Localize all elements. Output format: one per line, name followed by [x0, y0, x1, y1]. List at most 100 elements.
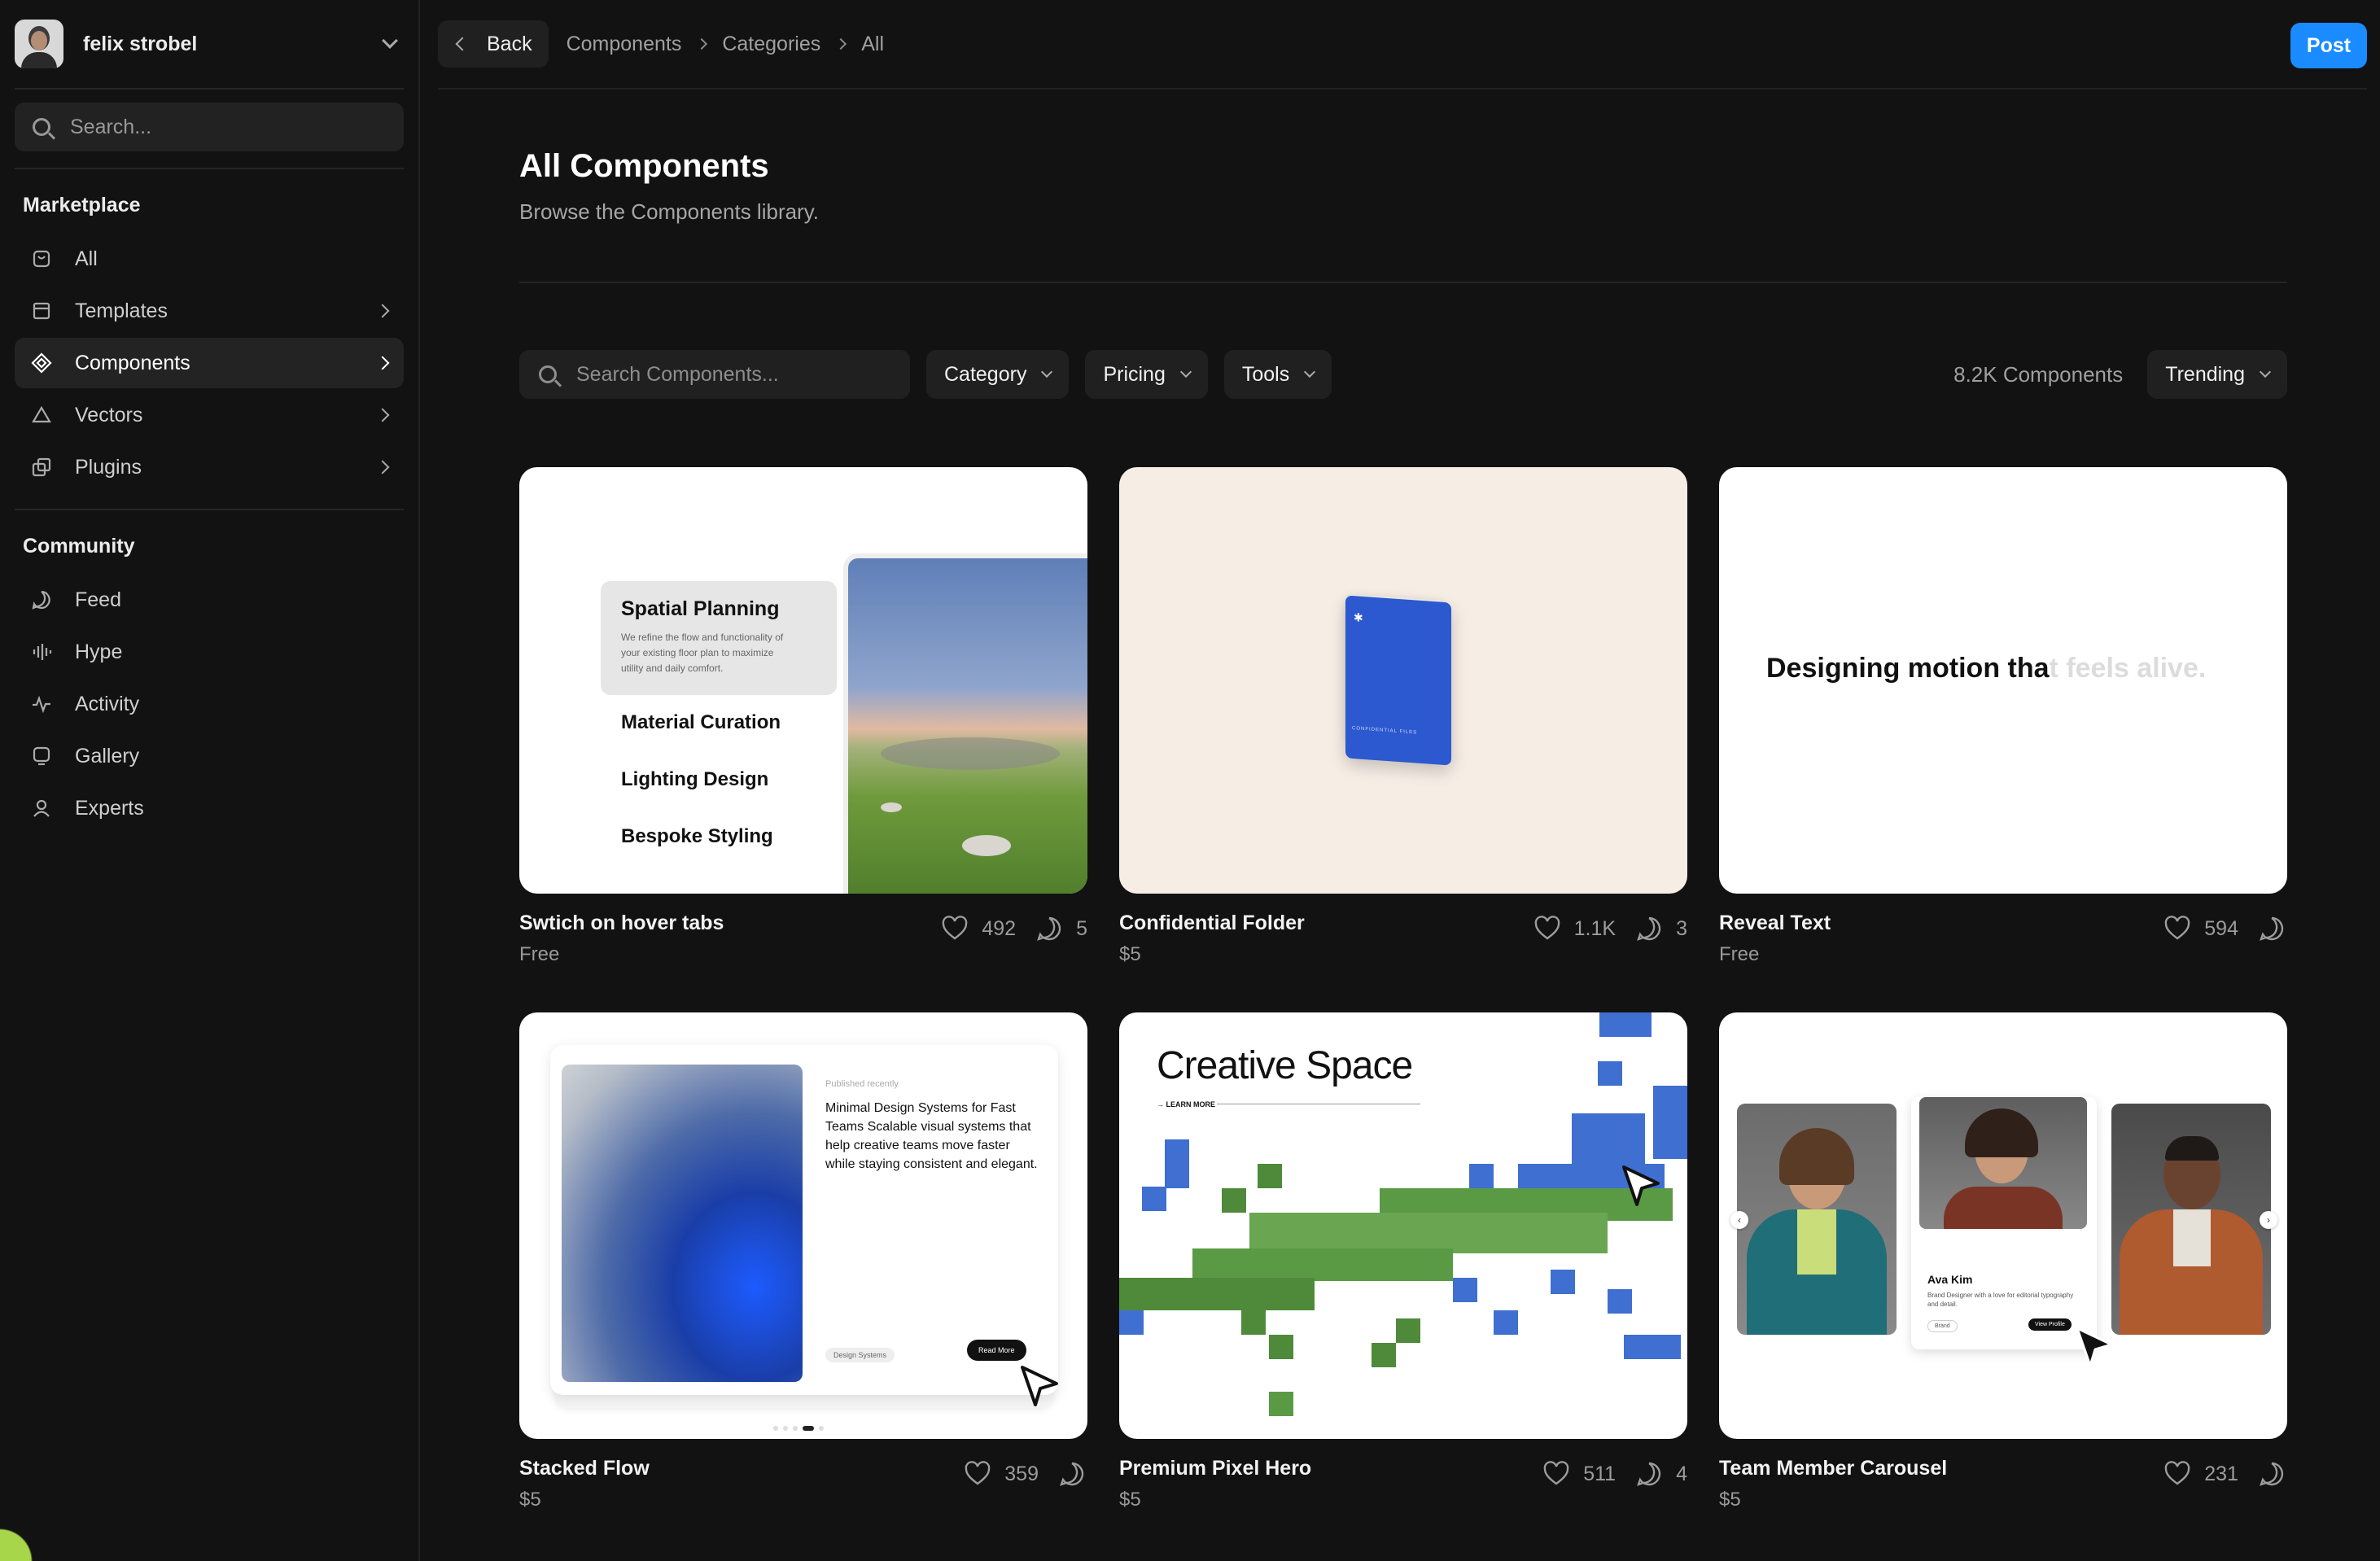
component-card[interactable]: Creative Space → LEARN MORE Premium Pixe… [1119, 1012, 1687, 1511]
heart-icon[interactable] [939, 913, 970, 944]
audio-bars-icon [31, 641, 52, 662]
card-stats: 492 5 [939, 912, 1087, 946]
sidebar-item-label: Experts [75, 796, 144, 820]
components-search-input[interactable]: Search Components... [519, 350, 910, 399]
sidebar-item-plugins[interactable]: Plugins [15, 442, 404, 492]
heart-icon[interactable] [2162, 913, 2193, 944]
component-card[interactable]: Spatial Planning We refine the flow and … [519, 467, 1087, 965]
cursor-icon [1021, 1366, 1058, 1406]
chevron-right-icon [375, 460, 390, 474]
preview-tab-desc: We refine the flow and functionality of … [621, 632, 784, 674]
breadcrumb-all[interactable]: All [861, 33, 884, 56]
sidebar-item-label: Templates [75, 299, 168, 322]
component-card[interactable]: Ava Kim Brand Designer with a love for e… [1719, 1012, 2287, 1511]
chevron-down-icon[interactable] [382, 33, 398, 49]
card-price: $5 [1119, 1489, 1141, 1511]
post-button[interactable]: Post [2290, 23, 2367, 68]
pricing-dropdown[interactable]: Pricing [1085, 350, 1208, 399]
reveal-text-faded: t feels alive. [2049, 653, 2207, 684]
community-section-title: Community [23, 535, 135, 558]
user-switcher[interactable]: felix strobel [15, 0, 404, 90]
pixel-field [1119, 1012, 1687, 1439]
sidebar-item-label: Plugins [75, 455, 142, 479]
chevron-right-icon [375, 304, 390, 318]
user-name: felix strobel [83, 32, 198, 55]
folder-label: CONFIDENTIAL FILES [1352, 726, 1418, 736]
card-title[interactable]: Reveal Text [1719, 912, 2162, 935]
category-dropdown[interactable]: Category [926, 350, 1070, 399]
carousel-next-button[interactable]: › [2260, 1211, 2277, 1229]
comment-icon[interactable] [1057, 1458, 1087, 1489]
component-card[interactable]: Designing motion that feels alive. Revea… [1719, 467, 2287, 965]
divider [519, 282, 2287, 283]
card-price: Free [1719, 943, 1760, 965]
card-title[interactable]: Swtich on hover tabs [519, 912, 939, 935]
card-preview[interactable]: Creative Space → LEARN MORE [1119, 1012, 1687, 1439]
card-meta: Premium Pixel Hero $5 511 4 [1119, 1457, 1687, 1511]
chevron-left-icon [455, 37, 470, 51]
component-card[interactable]: Published recently Minimal Design System… [519, 1012, 1087, 1511]
comment-icon[interactable] [2256, 913, 2287, 944]
sidebar-item-components[interactable]: Components [15, 338, 404, 388]
heart-icon[interactable] [2162, 1458, 2193, 1489]
avatar [15, 20, 63, 68]
sidebar-item-feed[interactable]: Feed [15, 575, 404, 625]
sidebar-item-gallery[interactable]: Gallery [15, 731, 404, 781]
folder-graphic: ✱ CONFIDENTIAL FILES [1345, 595, 1451, 766]
like-count: 359 [1004, 1462, 1039, 1485]
card-meta: Team Member Carousel $5 231 [1719, 1457, 2287, 1511]
card-title[interactable]: Stacked Flow [519, 1457, 962, 1480]
component-card[interactable]: ✱ CONFIDENTIAL FILES Confidential Folder… [1119, 467, 1687, 965]
sidebar-item-vectors[interactable]: Vectors [15, 390, 404, 440]
category-dropdown-label: Category [944, 362, 1027, 386]
sidebar-search-input[interactable]: Search... [15, 103, 404, 151]
reveal-text: Designing motion that feels alive. [1766, 653, 2206, 684]
triangle-icon [31, 404, 52, 426]
top-bar: Back Components Categories All Post [438, 0, 2367, 90]
plugin-icon [31, 457, 52, 478]
comment-icon[interactable] [1634, 1458, 1665, 1489]
back-button[interactable]: Back [438, 20, 549, 68]
heart-icon[interactable] [962, 1458, 993, 1489]
card-preview[interactable]: Designing motion that feels alive. [1719, 467, 2287, 894]
card-title[interactable]: Premium Pixel Hero [1119, 1457, 1541, 1480]
like-count: 594 [2204, 916, 2238, 940]
card-title[interactable]: Team Member Carousel [1719, 1457, 2162, 1480]
chevron-down-icon [1041, 365, 1053, 378]
heart-icon[interactable] [1532, 913, 1563, 944]
sidebar-item-all[interactable]: All [15, 234, 404, 284]
comment-icon[interactable] [1034, 913, 1065, 944]
comment-icon[interactable] [1634, 913, 1665, 944]
card-stats: 1.1K 3 [1532, 912, 1687, 946]
card-stats: 359 [962, 1457, 1087, 1491]
sort-dropdown[interactable]: Trending [2147, 350, 2287, 399]
breadcrumb-components[interactable]: Components [567, 33, 682, 56]
sidebar: felix strobel Search... Marketplace All … [0, 0, 420, 1561]
heart-icon[interactable] [1541, 1458, 1572, 1489]
preview-tab-3: Bespoke Styling [621, 825, 773, 847]
card-price: $5 [519, 1489, 541, 1511]
breadcrumb-categories[interactable]: Categories [722, 33, 820, 56]
card-title[interactable]: Confidential Folder [1119, 912, 1532, 935]
member-photo [1737, 1104, 1897, 1335]
card-preview[interactable]: ✱ CONFIDENTIAL FILES [1119, 467, 1687, 894]
member-tag: Brand [1927, 1320, 1958, 1332]
landscape-image [843, 553, 1087, 894]
sort-dropdown-label: Trending [2165, 362, 2245, 386]
chevron-right-icon [375, 356, 390, 370]
carousel-prev-button[interactable]: ‹ [1730, 1211, 1748, 1229]
card-preview[interactable]: Published recently Minimal Design System… [519, 1012, 1087, 1439]
sidebar-search-placeholder: Search... [70, 115, 152, 138]
card-price: $5 [1719, 1489, 1741, 1511]
sidebar-item-activity[interactable]: Activity [15, 679, 404, 729]
comment-count: 3 [1676, 916, 1687, 940]
card-preview[interactable]: Spatial Planning We refine the flow and … [519, 467, 1087, 894]
comment-icon[interactable] [2256, 1458, 2287, 1489]
sidebar-item-hype[interactable]: Hype [15, 627, 404, 677]
like-count: 511 [1583, 1462, 1617, 1485]
sidebar-item-templates[interactable]: Templates [15, 286, 404, 336]
card-preview[interactable]: Ava Kim Brand Designer with a love for e… [1719, 1012, 2287, 1439]
sidebar-item-experts[interactable]: Experts [15, 783, 404, 833]
tools-dropdown[interactable]: Tools [1223, 350, 1332, 399]
marketplace-section-title: Marketplace [23, 194, 141, 216]
